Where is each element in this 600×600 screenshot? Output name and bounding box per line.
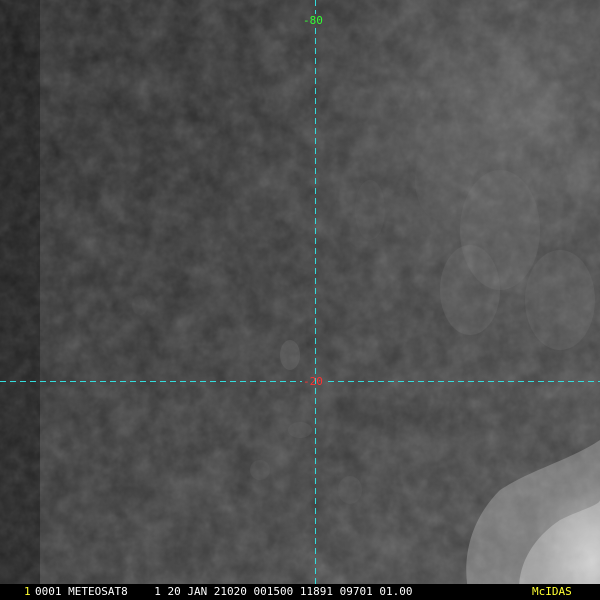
longitude-label: -80 [303, 14, 323, 27]
satellite-image: -80 -20 [0, 0, 600, 600]
mcidas-logo: McIDAS [532, 585, 572, 598]
image-caption-bar: 1 0001 METEOSAT8 1 20 JAN 21020 001500 1… [0, 584, 600, 600]
latitude-label: -20 [303, 375, 323, 388]
caption-text: 0001 METEOSAT8 1 20 JAN 21020 001500 118… [35, 585, 413, 598]
cloud-imagery [0, 0, 600, 600]
frame-number: 1 [24, 585, 31, 598]
